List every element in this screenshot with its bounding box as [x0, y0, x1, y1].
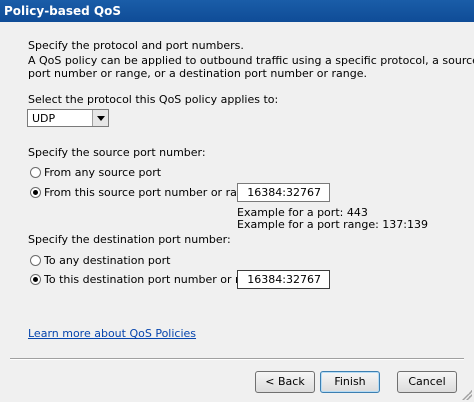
destination-port-label: Specify the destination port number: [28, 233, 231, 246]
cancel-button[interactable]: Cancel [397, 371, 457, 393]
finish-button[interactable]: Finish [320, 371, 380, 393]
window-title-bar: Policy-based QoS [0, 0, 474, 22]
protocol-label: Select the protocol this QoS policy appl… [28, 93, 279, 106]
source-specific-label[interactable]: From this source port number or range: [44, 186, 261, 199]
destination-any-radio[interactable] [30, 255, 41, 266]
source-port-label: Specify the source port number: [28, 146, 206, 159]
protocol-select-value: UDP [32, 112, 56, 125]
footer-separator [10, 358, 464, 360]
window-title: Policy-based QoS [4, 4, 122, 18]
source-any-radio[interactable] [30, 167, 41, 178]
section-heading: Specify the protocol and port numbers. [28, 39, 244, 52]
dialog-content: Specify the protocol and port numbers. A… [0, 22, 474, 402]
learn-more-link[interactable]: Learn more about QoS Policies [28, 327, 196, 340]
resize-grip-icon[interactable] [462, 390, 472, 400]
protocol-select[interactable]: UDP [27, 109, 109, 127]
description-line-2: port number or range, or a destination p… [28, 67, 368, 80]
destination-any-label[interactable]: To any destination port [44, 254, 170, 267]
source-specific-radio[interactable] [30, 187, 41, 198]
source-example-range: Example for a port range: 137:139 [237, 218, 429, 231]
destination-port-input[interactable]: 16384:32767 [237, 270, 330, 289]
source-any-label[interactable]: From any source port [44, 166, 161, 179]
description-line-1: A QoS policy can be applied to outbound … [28, 54, 474, 67]
back-button[interactable]: < Back [255, 371, 315, 393]
source-port-input[interactable]: 16384:32767 [237, 183, 330, 202]
chevron-down-icon[interactable] [92, 110, 108, 126]
destination-specific-radio[interactable] [30, 274, 41, 285]
